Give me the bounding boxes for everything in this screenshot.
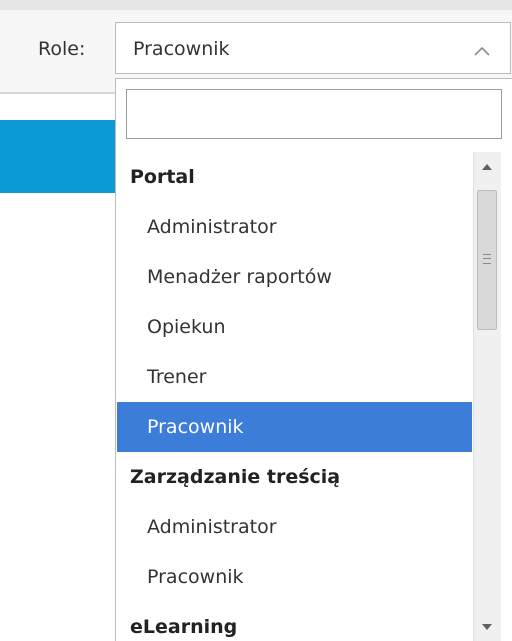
role-select-value: Pracownik	[133, 38, 230, 60]
chevron-up-icon[interactable]	[474, 47, 490, 56]
screen: Role: Pracownik Portal Administrator Men…	[0, 0, 512, 641]
top-strip	[0, 0, 512, 10]
scroll-up-arrow-icon[interactable]	[482, 164, 492, 170]
group-header-elearning: eLearning	[130, 616, 238, 638]
role-search-input[interactable]	[126, 89, 502, 139]
option-portal-opiekun[interactable]: Opiekun	[117, 302, 472, 352]
left-accent-bar[interactable]	[0, 120, 120, 193]
role-options-list: Portal Administrator Menadżer raportów O…	[117, 152, 472, 641]
option-portal-pracownik[interactable]: Pracownik	[117, 402, 472, 452]
scroll-thumb[interactable]	[477, 190, 497, 330]
left-divider	[0, 92, 120, 94]
dropdown-scrollbar[interactable]	[473, 152, 501, 641]
grip-icon	[483, 254, 491, 264]
option-portal-administrator[interactable]: Administrator	[117, 202, 472, 252]
role-dropdown: Portal Administrator Menadżer raportów O…	[115, 78, 512, 641]
option-content-administrator[interactable]: Administrator	[117, 502, 472, 552]
option-portal-menadzer-raportow[interactable]: Menadżer raportów	[117, 252, 472, 302]
role-select[interactable]: Pracownik	[115, 22, 511, 74]
option-portal-trener[interactable]: Trener	[117, 352, 472, 402]
group-header-zarzadzanie-trescia: Zarządzanie treścią	[130, 466, 341, 488]
group-header-portal: Portal	[130, 166, 195, 188]
scroll-down-arrow-icon[interactable]	[482, 624, 492, 630]
option-content-pracownik[interactable]: Pracownik	[117, 552, 472, 602]
role-label: Role:	[38, 38, 86, 60]
